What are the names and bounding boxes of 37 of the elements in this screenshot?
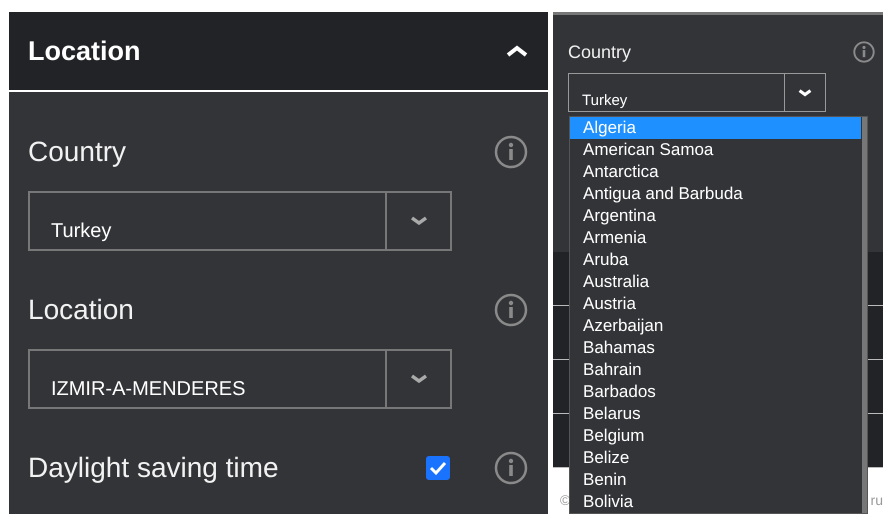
dropdown-option[interactable]: American Samoa [570, 139, 861, 161]
dropdown-option[interactable]: Belgium [570, 425, 861, 447]
panel-title: Location [28, 36, 142, 66]
scrollbar[interactable] [862, 117, 867, 513]
checkbox[interactable] [426, 456, 450, 480]
dropdown-option[interactable]: Antigua and Barbuda [570, 183, 861, 205]
info-icon[interactable] [853, 41, 875, 63]
dropdown-option[interactable]: Azerbaijan [570, 315, 861, 337]
dropdown-option[interactable]: Antarctica [570, 161, 861, 183]
info-icon[interactable] [494, 135, 528, 169]
panel-header[interactable]: Location [9, 12, 548, 92]
field-label: Daylight saving time [28, 452, 279, 484]
field-label: Country [28, 136, 126, 168]
dropdown-option[interactable]: Bahamas [570, 337, 861, 359]
info-icon[interactable] [494, 451, 528, 485]
select-field[interactable]: Turkey [28, 191, 452, 251]
info-icon[interactable] [494, 293, 528, 327]
dropdown-option[interactable]: Austria [570, 293, 861, 315]
dropdown-option[interactable]: Barbados [570, 381, 861, 403]
chevron-down-icon [798, 88, 812, 96]
field-label: Country [568, 42, 632, 62]
field-label: Location [28, 294, 134, 326]
dropdown-option[interactable]: Argentina [570, 205, 861, 227]
dropdown-option[interactable]: Benin [570, 469, 861, 491]
select-field[interactable]: Turkey [568, 73, 826, 112]
chevron-icon[interactable] [506, 44, 528, 58]
dropdown-option[interactable]: Australia [570, 271, 861, 293]
chevron-down-icon [410, 216, 428, 226]
dropdown-option[interactable]: Belarus [570, 403, 861, 425]
chevron-down-icon [410, 374, 428, 384]
dropdown-option[interactable]: Aruba [570, 249, 861, 271]
select-field[interactable]: IZMIR-A-MENDERES [28, 349, 452, 409]
dropdown-option[interactable]: Armenia [570, 227, 861, 249]
dropdown-option[interactable]: Belize [570, 447, 861, 469]
footer-text: ru [870, 492, 883, 508]
dropdown-option[interactable]: Bolivia [570, 491, 861, 513]
dropdown-option[interactable]: Bahrain [570, 359, 861, 381]
